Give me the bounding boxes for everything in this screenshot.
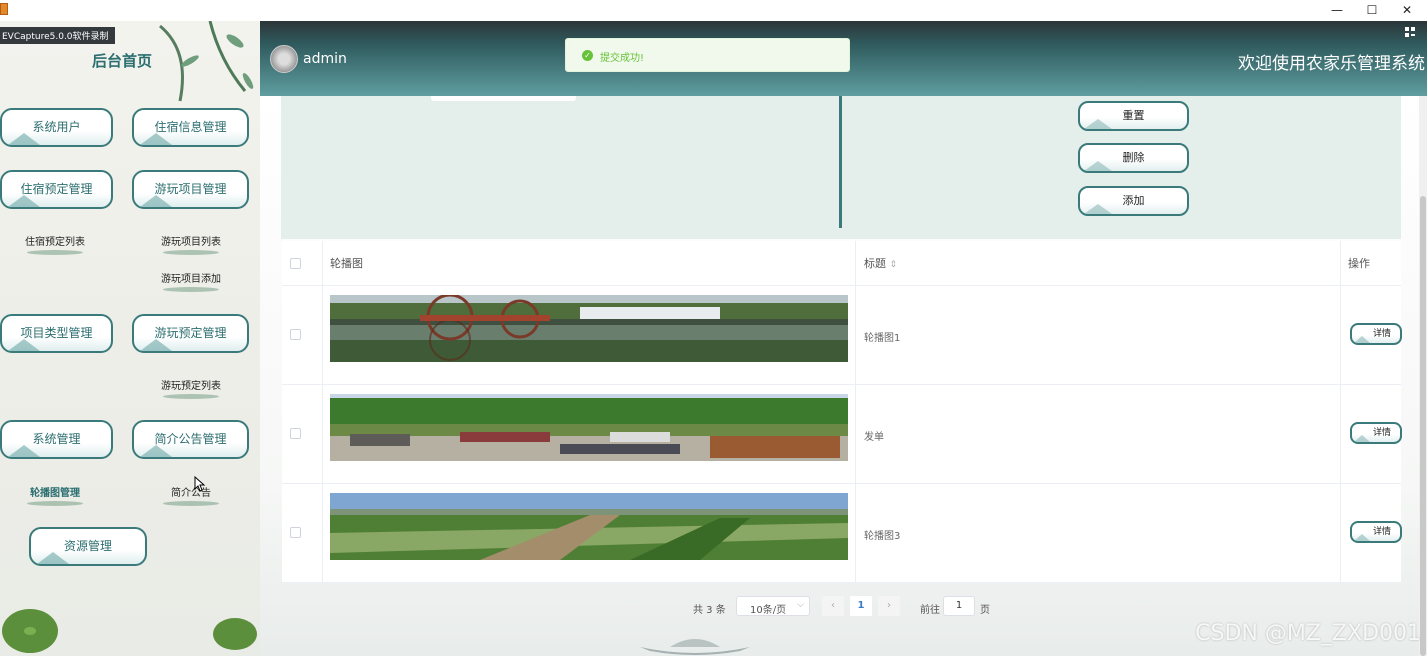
mountain-icon — [1354, 435, 1370, 442]
detail-button[interactable]: 详情 — [1350, 521, 1402, 543]
search-panel: 重置 删除 添加 — [281, 96, 1401, 239]
detail-button[interactable]: 详情 — [1350, 422, 1402, 444]
panel-divider — [839, 96, 842, 228]
column-header-image: 轮播图 — [330, 257, 363, 270]
mountain-icon — [37, 552, 69, 564]
page-suffix: 页 — [980, 605, 990, 616]
main-content: 重置 删除 添加 轮播图 标题 ⇕ 操作 轮播图1 详情 发单 详情 轮播图3 … — [260, 96, 1427, 656]
menu-project-types[interactable]: 项目类型管理 — [0, 314, 113, 353]
goto-page-input[interactable]: 1 — [943, 596, 975, 616]
table-row: 轮播图3 详情 — [282, 484, 1402, 583]
row-title: 轮播图1 — [864, 333, 901, 344]
menu-lodging-info[interactable]: 住宿信息管理 — [132, 108, 249, 147]
carousel-image-waterwheel[interactable] — [330, 295, 848, 362]
submenu-carousel-manage[interactable]: 轮播图管理 — [15, 484, 95, 499]
add-button[interactable]: 添加 — [1078, 186, 1189, 216]
carousel-image-mountain-market[interactable] — [330, 394, 848, 461]
ink-underline — [163, 501, 219, 506]
table-header: 轮播图 标题 ⇕ 操作 — [282, 241, 1401, 286]
ink-underline — [163, 250, 219, 255]
row-checkbox[interactable] — [290, 527, 301, 538]
ink-underline — [163, 287, 219, 292]
scrollbar-thumb[interactable] — [1420, 196, 1426, 656]
delete-button[interactable]: 删除 — [1078, 143, 1189, 173]
mountain-icon — [8, 133, 40, 145]
home-title[interactable]: 后台首页 — [92, 50, 152, 71]
watermark: CSDN @MZ_ZXD001 — [1195, 621, 1421, 646]
detail-button[interactable]: 详情 — [1350, 323, 1402, 345]
goto-label: 前往 — [920, 605, 940, 616]
submenu-project-list[interactable]: 游玩项目列表 — [151, 233, 231, 248]
ink-underline — [163, 394, 219, 399]
pagination-total: 共 3 条 — [693, 605, 726, 616]
page-size-value: 10条/页 — [750, 605, 787, 616]
vertical-scrollbar[interactable] — [1419, 96, 1427, 656]
mountain-icon — [140, 339, 172, 351]
maximize-button[interactable]: ☐ — [1357, 1, 1387, 19]
menu-play-booking[interactable]: 游玩预定管理 — [132, 314, 249, 353]
menu-play-projects[interactable]: 游玩项目管理 — [132, 170, 249, 209]
mouse-cursor-icon — [194, 476, 206, 492]
column-header-actions: 操作 — [1348, 257, 1370, 270]
menu-intro-notice[interactable]: 简介公告管理 — [132, 420, 249, 459]
mountain-icon — [140, 133, 172, 145]
row-title: 发单 — [864, 432, 884, 443]
lotus-leaf-decoration — [2, 609, 58, 653]
sort-icon[interactable]: ⇕ — [890, 260, 898, 270]
next-page-button[interactable]: › — [878, 596, 900, 616]
mountain-icon — [1084, 204, 1112, 214]
carousel-table: 轮播图 标题 ⇕ 操作 轮播图1 详情 发单 详情 轮播图3 详情 — [282, 241, 1402, 583]
submenu-lodging-booking-list[interactable]: 住宿预定列表 — [15, 233, 95, 248]
row-checkbox[interactable] — [290, 428, 301, 439]
mountain-icon — [8, 195, 40, 207]
mountain-icon — [1084, 119, 1112, 129]
boat-decoration — [640, 639, 750, 655]
mountain-icon — [140, 195, 172, 207]
recorder-label: EVCapture5.0.0软件录制 — [0, 27, 115, 44]
column-title-label: 标题 — [864, 257, 886, 270]
select-all-checkbox[interactable] — [290, 258, 301, 269]
carousel-image-farm-fields[interactable] — [330, 493, 848, 560]
search-input[interactable] — [431, 96, 576, 101]
menu-resources[interactable]: 资源管理 — [29, 527, 147, 566]
lotus-leaf-decoration-right — [213, 618, 257, 650]
chevron-down-icon: ⌵ — [797, 600, 804, 610]
mountain-icon — [140, 445, 172, 457]
username[interactable]: admin — [303, 51, 347, 67]
app-icon — [0, 3, 8, 15]
welcome-text: 欢迎使用农家乐管理系统 — [1238, 54, 1425, 74]
mountain-icon — [8, 445, 40, 457]
check-circle-icon: ✓ — [582, 50, 593, 61]
row-title: 轮播图3 — [864, 531, 901, 542]
ink-underline — [27, 250, 83, 255]
sidebar: EVCapture5.0.0软件录制 后台首页 系统用户 住宿信息管理 住宿预定… — [0, 21, 260, 656]
mountain-icon — [1354, 534, 1370, 541]
menu-system-manage[interactable]: 系统管理 — [0, 420, 113, 459]
fullscreen-icon[interactable] — [1405, 27, 1417, 39]
column-header-title[interactable]: 标题 ⇕ — [864, 241, 897, 286]
mountain-icon — [1084, 161, 1112, 171]
prev-page-button[interactable]: ‹ — [822, 596, 844, 616]
pagination: 共 3 条 10条/页 ⌵ ‹ 1 › 前往 1 页 — [260, 596, 1427, 618]
submenu-intro-notice[interactable]: 简介公告 — [151, 484, 231, 499]
page-size-select[interactable]: 10条/页 ⌵ — [736, 596, 810, 616]
submenu-project-add[interactable]: 游玩项目添加 — [151, 270, 231, 285]
close-button[interactable]: ✕ — [1392, 1, 1422, 19]
table-row: 轮播图1 详情 — [282, 286, 1402, 385]
menu-system-users[interactable]: 系统用户 — [0, 108, 113, 147]
avatar[interactable] — [270, 45, 298, 73]
reset-button[interactable]: 重置 — [1078, 101, 1189, 131]
success-toast: ✓ 提交成功! — [565, 38, 850, 72]
minimize-button[interactable]: — — [1322, 1, 1352, 19]
row-checkbox[interactable] — [290, 329, 301, 340]
mountain-icon — [1354, 336, 1370, 343]
page-number-current[interactable]: 1 — [850, 596, 872, 616]
window-titlebar: — ☐ ✕ — [0, 0, 1427, 21]
mountain-icon — [8, 339, 40, 351]
menu-lodging-booking[interactable]: 住宿预定管理 — [0, 170, 113, 209]
toast-message: 提交成功! — [600, 53, 645, 64]
ink-underline — [27, 501, 83, 506]
submenu-play-booking-list[interactable]: 游玩预定列表 — [151, 377, 231, 392]
table-row: 发单 详情 — [282, 385, 1402, 484]
